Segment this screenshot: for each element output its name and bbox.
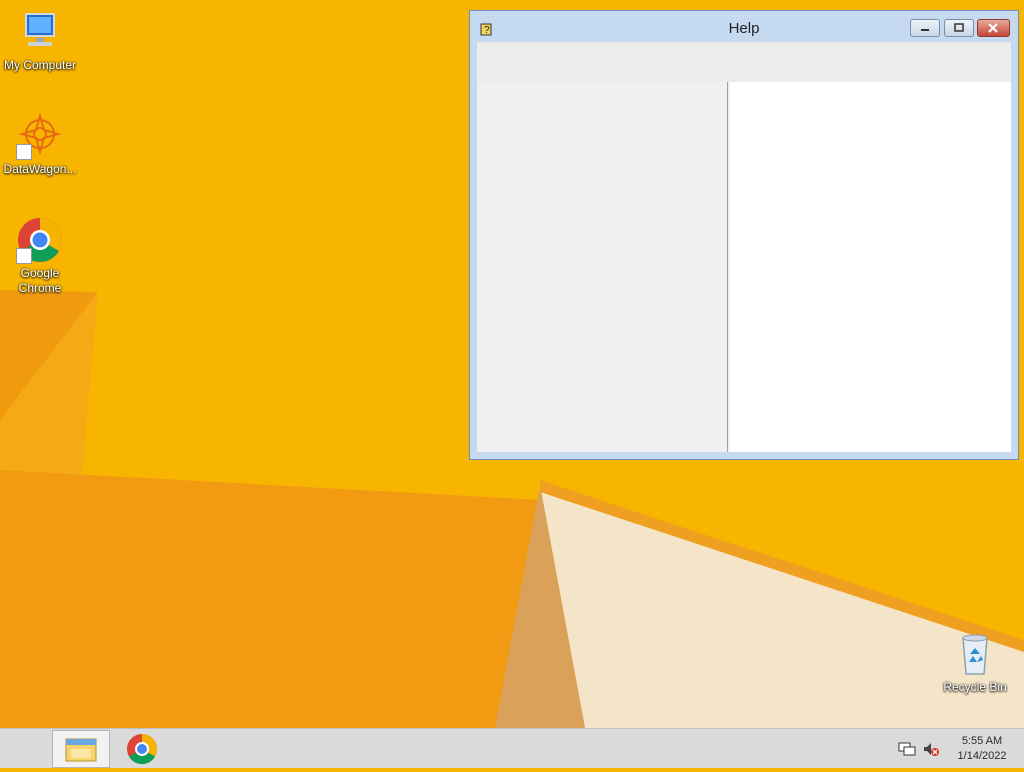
taskbar-clock[interactable]: 5:55 AM 1/14/2022 [944, 734, 1020, 764]
file-explorer-icon [65, 738, 97, 762]
shortcut-arrow-icon [16, 248, 32, 264]
desktop-icon-label: Google Chrome [18, 266, 62, 295]
help-content-pane[interactable] [730, 82, 1011, 452]
desktop-icon-datawagon[interactable]: DataWagon... [0, 112, 80, 177]
chrome-icon [127, 734, 158, 765]
title-bar[interactable]: ? Help [470, 11, 1018, 43]
minimize-icon [921, 29, 929, 31]
help-window: ? Help [469, 10, 1019, 460]
navigation-pane[interactable] [477, 82, 727, 452]
chrome-icon [16, 216, 64, 264]
help-toolbar [477, 42, 1011, 82]
computer-icon [16, 8, 64, 56]
maximize-icon [954, 23, 964, 32]
desktop-icon-recycle-bin[interactable]: Recycle Bin [935, 630, 1015, 695]
datawagon-icon [16, 112, 64, 160]
clock-time: 5:55 AM [961, 735, 1003, 747]
volume-muted-icon [924, 743, 939, 756]
maximize-button[interactable] [944, 19, 974, 37]
desktop-icon-google-chrome[interactable]: Google Chrome [0, 216, 80, 296]
taskbar-chrome-button[interactable] [114, 730, 172, 768]
recycle-bin-icon [951, 630, 999, 678]
close-button[interactable] [977, 19, 1010, 37]
network-tray-button[interactable] [897, 739, 917, 759]
minimize-button[interactable] [910, 19, 940, 37]
shortcut-arrow-icon [16, 144, 32, 160]
network-icon [898, 742, 916, 756]
desktop-icon-my-computer[interactable]: My Computer [0, 8, 80, 73]
clock-date: 1/14/2022 [957, 750, 1007, 762]
taskbar: 5:55 AM 1/14/2022 [0, 728, 1024, 768]
close-icon [988, 23, 998, 33]
desktop-icon-label: DataWagon... [3, 162, 77, 176]
taskbar-file-explorer-button[interactable] [52, 730, 110, 768]
volume-tray-button[interactable] [921, 739, 941, 759]
desktop-icon-label: Recycle Bin [943, 680, 1007, 694]
window-client-area [477, 42, 1011, 452]
desktop-icon-label: My Computer [3, 58, 77, 72]
